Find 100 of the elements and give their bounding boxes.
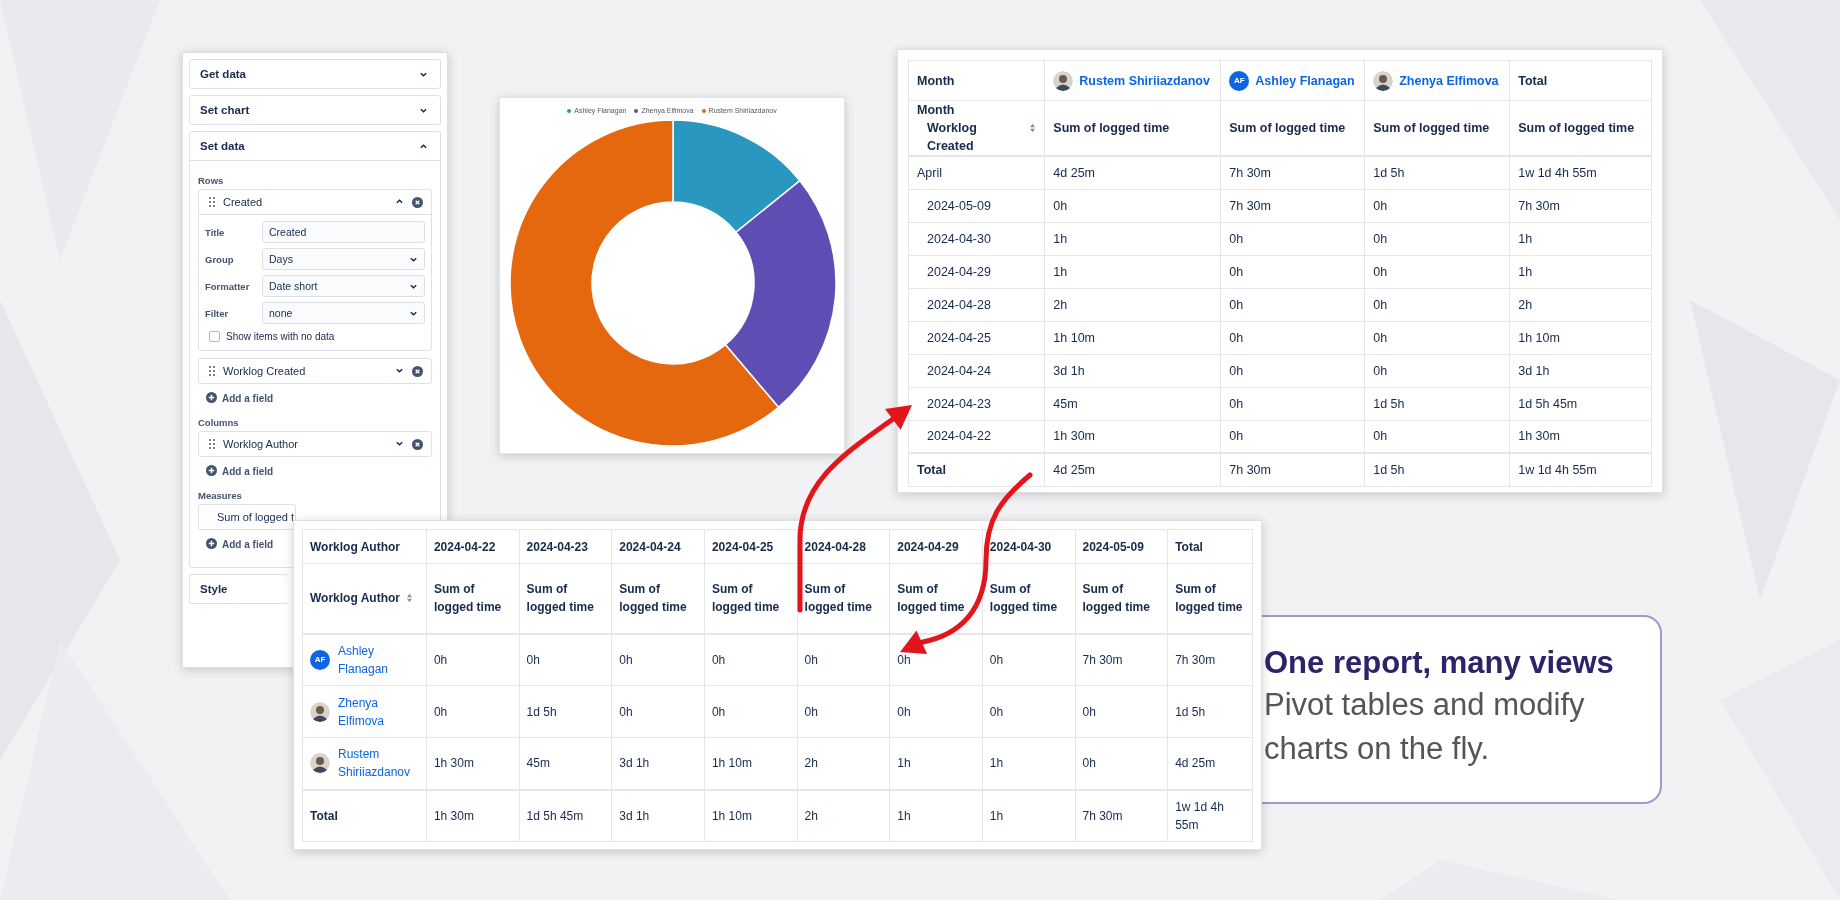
row-label: 2024-04-25: [908, 321, 1045, 354]
sort-icon[interactable]: [1029, 123, 1037, 133]
column-header: 2024-04-24: [619, 539, 681, 554]
table-cell: 7h 30m: [1220, 189, 1365, 222]
select-field[interactable]: Date short: [262, 275, 425, 297]
table-cell: 0h: [1220, 222, 1365, 255]
drag-handle-icon[interactable]: [209, 366, 215, 376]
column-header: Sum of logged time: [1082, 582, 1150, 615]
remove-icon[interactable]: [412, 438, 423, 450]
column-header: 2024-04-22: [433, 539, 496, 554]
chevron-icon[interactable]: [395, 439, 404, 448]
column-header: 2024-04-23: [526, 539, 588, 554]
chevron-icon[interactable]: [395, 366, 404, 375]
remove-icon[interactable]: [412, 196, 423, 208]
table-cell: 2h: [797, 789, 890, 842]
input-field[interactable]: Created: [262, 221, 425, 243]
table-cell: 0h: [1364, 222, 1510, 255]
table-cell: 0h: [982, 685, 1075, 738]
column-header: Total: [1175, 539, 1203, 554]
sort-icon[interactable]: [406, 593, 413, 604]
table-cell: 7h 30m: [1075, 633, 1168, 686]
author-link[interactable]: Ashley Flanagan: [1255, 70, 1355, 91]
table-cell: 1d 5h: [1364, 387, 1510, 420]
column-header: Sum of logged time: [711, 582, 780, 615]
checkbox[interactable]: [209, 331, 220, 342]
add-field-link[interactable]: Add a field: [222, 466, 274, 477]
table-cell: 0h: [1044, 189, 1221, 222]
row-label: 2024-04-30: [908, 222, 1045, 255]
field-chip[interactable]: Created Title Created Group Days Formatter Date short Filter none Show items with no data: [198, 189, 432, 351]
column-header: Sum of logged time: [1373, 121, 1490, 135]
table-cell: 1d 5h: [1364, 156, 1510, 189]
add-field-link[interactable]: Add a field: [222, 393, 274, 404]
table-cell: 0h: [1220, 255, 1365, 288]
table-cell: 1h 10m: [1044, 321, 1221, 354]
row-label: 2024-04-22: [908, 420, 1045, 453]
row-label: 2024-04-28: [908, 288, 1045, 321]
drag-handle-icon[interactable]: [209, 197, 215, 207]
table-cell: 0h: [426, 633, 520, 686]
add-field-link[interactable]: Add a field: [222, 539, 274, 550]
column-header: 2024-04-30: [989, 539, 1052, 554]
table-cell: 3d 1h: [1509, 354, 1652, 387]
setting-label: Filter: [205, 307, 230, 319]
table-cell: 1h: [1044, 255, 1221, 288]
drag-handle-icon[interactable]: [209, 439, 215, 449]
author-link[interactable]: Ashley Flanagan: [338, 641, 419, 678]
field-label: Worklog Created: [223, 365, 307, 377]
table-cell: 0h: [611, 685, 705, 738]
section-header[interactable]: Set data: [190, 132, 440, 160]
column-header: Month: [917, 73, 955, 88]
select-field[interactable]: Days: [262, 248, 425, 270]
table-cell: 0h: [982, 633, 1075, 686]
table-cell: 0h: [1364, 354, 1510, 387]
section-header[interactable]: Set chart: [190, 96, 440, 124]
table-cell: 1h: [889, 789, 983, 842]
table-cell: 1h: [1044, 222, 1221, 255]
callout-text: Pivot tables and modify charts on the fly.: [1264, 686, 1586, 768]
table-cell: 0h: [704, 633, 798, 686]
table-cell: 1h: [982, 789, 1075, 842]
user-avatar: [1373, 70, 1394, 91]
table-cell: 7h 30m: [1509, 189, 1652, 222]
checkbox-label: Show items with no data: [226, 331, 335, 342]
table-cell: 1w 1d 4h 55m: [1167, 789, 1253, 842]
table-cell: 0h: [704, 685, 798, 738]
section-header[interactable]: Style: [190, 575, 288, 603]
column-header: Sum of logged time: [804, 582, 872, 615]
setting-label: Formatter: [205, 280, 251, 292]
column-header: 2024-04-25: [711, 539, 774, 554]
section-header[interactable]: Get data: [190, 60, 440, 88]
remove-icon[interactable]: [412, 365, 423, 377]
user-avatar: [310, 753, 330, 774]
table-cell: 0h: [1364, 288, 1510, 321]
column-header: Worklog Author: [310, 539, 400, 554]
field-chip[interactable]: Worklog Created: [198, 358, 432, 384]
table-cell: 7h 30m: [1220, 453, 1365, 486]
column-header: Month: [917, 102, 956, 119]
setting-label: Title: [205, 226, 226, 238]
group-label: Columns: [198, 417, 240, 428]
table-cell: 1h: [1509, 255, 1652, 288]
table-cell: 1h 10m: [1509, 321, 1652, 354]
column-header: Sum of logged time: [989, 582, 1058, 615]
row-label: April: [908, 156, 1045, 189]
callout-title: One report, many views: [1264, 645, 1615, 681]
table-cell: 4d 25m: [1044, 156, 1221, 189]
table-cell: 45m: [1044, 387, 1221, 420]
field-chip[interactable]: Worklog Author: [198, 431, 432, 457]
chevron-icon[interactable]: [395, 197, 404, 206]
table-cell: 1w 1d 4h 55m: [1509, 156, 1652, 189]
field-label: Worklog Author: [223, 438, 299, 450]
column-header: Sum of logged time: [619, 582, 687, 615]
table-cell: 0h: [889, 685, 983, 738]
field-label: Created: [223, 196, 264, 208]
table-cell: 1d 5h 45m: [1509, 387, 1652, 420]
column-header: 2024-04-29: [897, 539, 959, 554]
table-cell: 0h: [797, 685, 890, 738]
table-cell: 4d 25m: [1044, 453, 1221, 486]
select-field[interactable]: none: [262, 302, 425, 324]
group-label: Rows: [198, 175, 225, 186]
add-icon: [206, 538, 217, 549]
column-header: Worklog Author: [310, 590, 400, 608]
chevron-icon[interactable]: [419, 141, 428, 151]
